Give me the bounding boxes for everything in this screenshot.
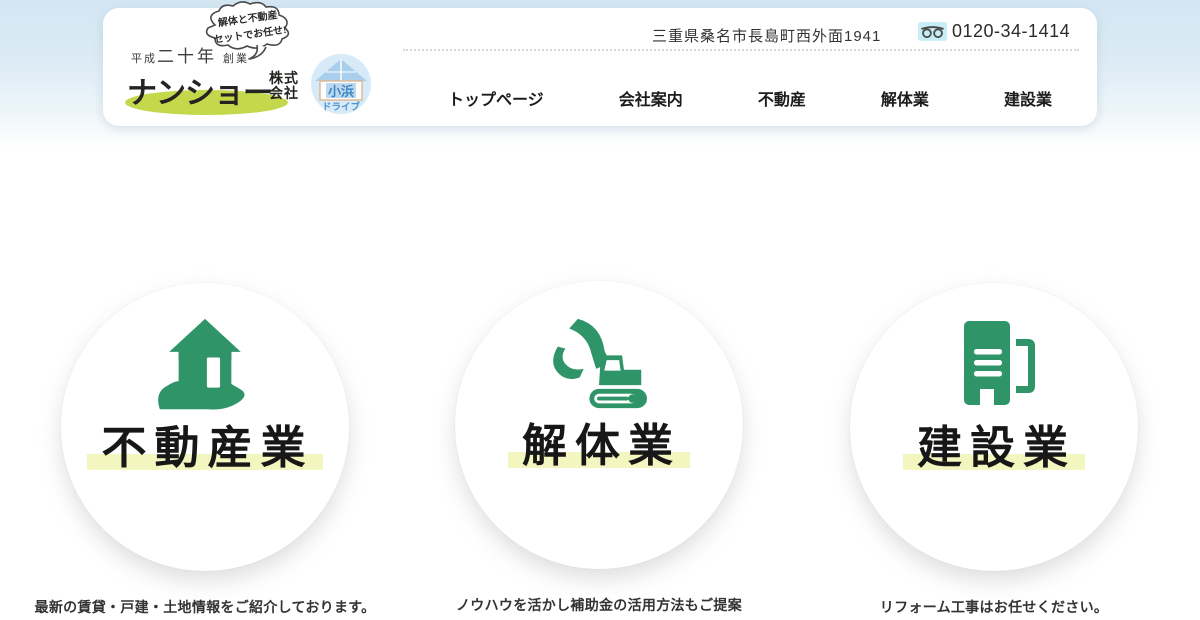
nav-item-company[interactable]: 会社案内 xyxy=(619,86,683,110)
service-caption: リフォーム工事はお任せください。 xyxy=(821,597,1167,617)
building-icon xyxy=(944,317,1044,413)
header-divider xyxy=(403,49,1079,51)
house-hand-icon xyxy=(153,317,257,413)
nav-item-top[interactable]: トップページ xyxy=(448,86,544,110)
kohama-drive-badge-icon: 小浜 ドライブ xyxy=(309,52,373,116)
service-caption: 最新の賃貸・戸建・土地情報をご紹介しております。 xyxy=(32,597,378,617)
service-title: 不動産業 xyxy=(87,425,322,470)
company-address: 三重県桑名市長島町西外面1941 xyxy=(652,25,881,46)
service-card-realestate: 不動産業 最新の賃貸・戸建・土地情報をご紹介しております。 xyxy=(32,283,378,617)
service-circle-construction[interactable]: 建設業 xyxy=(850,283,1138,571)
nav-item-realestate[interactable]: 不動産 xyxy=(758,86,806,110)
service-circle-realestate[interactable]: 不動産業 xyxy=(61,283,349,571)
main-nav: トップページ 会社案内 不動産 解体業 建設業 xyxy=(448,76,1052,120)
badge-text-top: 小浜 xyxy=(328,84,354,99)
service-card-demolition: 解体業 ノウハウを活かし補助金の活用方法もご提案 xyxy=(426,281,772,615)
service-caption: ノウハウを活かし補助金の活用方法もご提案 xyxy=(426,595,772,615)
company-suffix-bottom: 会社 xyxy=(269,86,299,101)
service-title: 建設業 xyxy=(903,425,1085,470)
phone-link[interactable]: 0120-34-1414 xyxy=(918,21,1070,42)
excavator-icon xyxy=(543,315,655,411)
phone-number: 0120-34-1414 xyxy=(952,21,1070,42)
company-name: ナンショー xyxy=(127,68,272,112)
nav-item-demolition[interactable]: 解体業 xyxy=(881,86,929,110)
service-title: 解体業 xyxy=(508,423,690,468)
badge-text-bottom: ドライブ xyxy=(322,101,361,113)
kohama-drive-badge[interactable]: 小浜 ドライブ xyxy=(309,52,373,116)
company-suffix: 株式 会社 xyxy=(269,71,299,101)
service-card-construction: 建設業 リフォーム工事はお任せください。 xyxy=(821,283,1167,617)
freedial-icon xyxy=(918,22,947,41)
company-suffix-top: 株式 xyxy=(269,71,299,86)
site-header: 解体と不動産 セットでお任せ! 平成二十年創業 ナンショー 株式 会社 小浜 ド… xyxy=(103,8,1097,126)
service-circle-demolition[interactable]: 解体業 xyxy=(455,281,743,569)
nav-item-construction[interactable]: 建設業 xyxy=(1004,86,1052,110)
